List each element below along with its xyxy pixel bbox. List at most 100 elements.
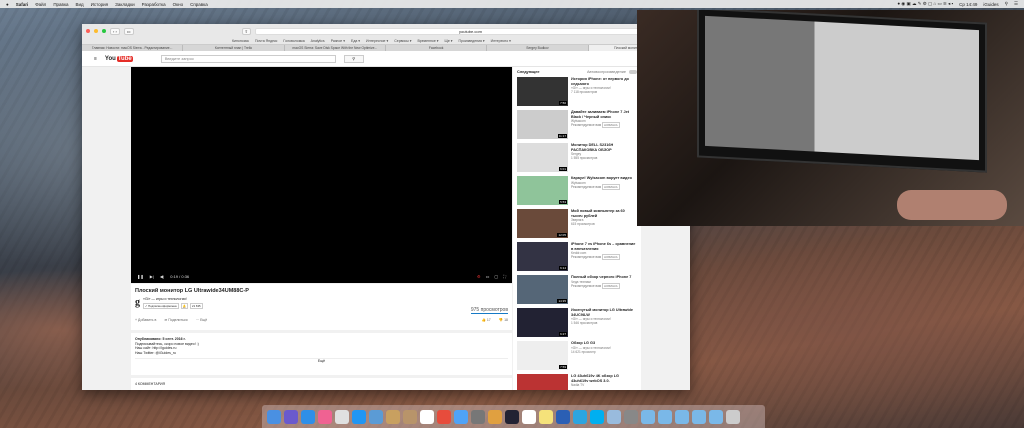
photos-icon[interactable]	[692, 409, 706, 424]
related-video-item[interactable]: 7:50 История iPhone: от первого до седьм…	[517, 77, 637, 107]
bookmark[interactable]: Ще ▾	[445, 39, 453, 43]
itunes-icon[interactable]	[318, 409, 332, 424]
related-video-item[interactable]: 5:53 Караул! Wylsacom ворует видео Wylsa…	[517, 176, 637, 206]
lr-icon[interactable]	[505, 409, 519, 424]
ia-icon[interactable]	[522, 409, 536, 424]
video-thumbnail[interactable]: 5:53	[517, 176, 568, 205]
archiver-icon[interactable]	[386, 409, 400, 424]
back-forward-button[interactable]: ‹ ›	[110, 27, 120, 35]
video-thumbnail[interactable]: 12:05	[517, 209, 568, 238]
notification-center-icon[interactable]: ☰	[1014, 1, 1018, 7]
related-video-item[interactable]: 11:17 Давайте заливаем iPhone 7 Jet Blac…	[517, 110, 637, 140]
related-title[interactable]: Давайте заливаем iPhone 7 Jet Black / Че…	[571, 110, 637, 119]
menu-develop[interactable]: Разработка	[142, 2, 166, 7]
video-thumbnail[interactable]: 7:59	[517, 341, 568, 370]
bookmark[interactable]: Сервисы ▾	[394, 39, 411, 43]
related-title[interactable]: iPhone 7 vs iPhone 6s – сравнение в впеч…	[571, 242, 637, 251]
minimize-button[interactable]	[94, 29, 98, 33]
siri-icon[interactable]	[284, 409, 298, 424]
search-button[interactable]: ⚲	[343, 54, 364, 63]
volume-icon[interactable]: ◀)	[160, 274, 164, 279]
finder-icon[interactable]	[267, 409, 281, 424]
downloads2-icon[interactable]	[709, 409, 723, 424]
menu-history[interactable]: История	[91, 2, 108, 7]
share-button[interactable]: ⇪	[241, 27, 251, 35]
video-thumbnail[interactable]: 6:14	[517, 242, 568, 271]
calendar-icon[interactable]	[420, 409, 434, 424]
menu-file[interactable]: Файл	[35, 2, 46, 7]
app-store-icon[interactable]	[301, 409, 315, 424]
menu-view[interactable]: Вид	[76, 2, 84, 7]
related-title[interactable]: Изогнутый монитор LG Ultrawide 34UC98-W	[571, 308, 637, 317]
channel-name[interactable]: «Gi» — игры и технологии!	[143, 297, 203, 301]
more-actions-button[interactable]: ··· Ещё	[196, 318, 208, 322]
related-title[interactable]: История iPhone: от первого до седьмого	[571, 77, 637, 86]
user-name[interactable]: iGuides	[983, 2, 998, 7]
menu-app[interactable]: Safari	[16, 2, 29, 7]
bookmark[interactable]: Кинопоиск	[232, 39, 249, 43]
dislike-button[interactable]: 👎 18	[499, 318, 508, 322]
related-video-item[interactable]: 7:59 Обзор LG G3 «Gi» — игры и технологи…	[517, 341, 637, 371]
related-video-item[interactable]: 14:35 Полный обзор черного iPhone 7 Чеда…	[517, 275, 637, 305]
related-title[interactable]: Монитор DELL S2316H РАСПАКОВКА ОБЗОР	[571, 143, 637, 152]
downloads-icon[interactable]	[675, 409, 689, 424]
next-icon[interactable]: ▶|	[150, 274, 154, 279]
sketch-icon[interactable]	[488, 409, 502, 424]
bookmark[interactable]: Analytics	[311, 39, 325, 43]
search-input[interactable]: Введите запрос	[160, 54, 336, 63]
menu-window[interactable]: Окно	[173, 2, 183, 7]
related-title[interactable]: Мой новый компьютер за 60 тысяч рублей	[571, 209, 637, 218]
related-title[interactable]: LG 43uh619v 4K обзор LG 43uh619v webOS 3…	[571, 374, 637, 383]
related-video-item[interactable]: LG 43uh619v 4K обзор LG 43uh619v webOS 3…	[517, 374, 637, 390]
telegram-icon[interactable]	[573, 409, 587, 424]
notification-bell-icon[interactable]: 🔔	[180, 303, 189, 309]
subscribe-button[interactable]: ✓ Подписка оформлена	[143, 303, 179, 309]
menu-help[interactable]: Справка	[190, 2, 208, 7]
trash-icon[interactable]	[726, 409, 740, 424]
related-video-item[interactable]: 12:05 Мой новый компьютер за 60 тысяч ру…	[517, 209, 637, 239]
pause-icon[interactable]: ❚❚	[137, 274, 144, 279]
eject-icon[interactable]	[624, 409, 638, 424]
video-thumbnail[interactable]: 6:27	[517, 308, 568, 337]
video-player[interactable]: ❚❚ ▶| ◀) 0:19 / 0:36 ⚙ ▭ ▢ ⛶	[131, 67, 512, 283]
documents-icon[interactable]	[658, 409, 672, 424]
status-icons[interactable]: ● ◉ ▣ ☁ ✎ ⚙ ▢ ⌂ ▭ ≋ ◂ ▪	[897, 1, 953, 7]
safari-icon[interactable]	[352, 409, 366, 424]
related-video-item[interactable]: 6:01 Монитор DELL S2316H РАСПАКОВКА ОБЗО…	[517, 143, 637, 173]
like-button[interactable]: 👍 17	[482, 318, 491, 322]
bookmark[interactable]: Почта Яндекс	[255, 39, 277, 43]
autoplay-toggle[interactable]	[629, 70, 637, 74]
messages-icon[interactable]	[454, 409, 468, 424]
bookmark[interactable]: Головоломка	[283, 39, 304, 43]
close-button[interactable]	[86, 29, 90, 33]
related-video-item[interactable]: 6:27 Изогнутый монитор LG Ultrawide 34UC…	[517, 308, 637, 338]
tweetbot-icon[interactable]	[369, 409, 383, 424]
video-thumbnail[interactable]: 6:01	[517, 143, 568, 172]
show-more-button[interactable]: Ещё	[135, 358, 508, 364]
description-line[interactable]: Наш Twitter: @iGuides_ru	[135, 351, 508, 356]
related-title[interactable]: Полный обзор черного iPhone 7	[571, 275, 631, 280]
spotlight-icon[interactable]: ⚲	[1005, 1, 1008, 7]
zoom-button[interactable]	[102, 29, 106, 33]
address-bar[interactable]: youtube.com	[254, 27, 686, 35]
airmail-icon[interactable]	[335, 409, 349, 424]
fullscreen-icon[interactable]: ⛶	[503, 274, 506, 279]
todoist-icon[interactable]	[437, 409, 451, 424]
apple-icon[interactable]: ●	[6, 2, 9, 7]
guide-menu-icon[interactable]: ≡	[94, 56, 97, 62]
related-video-item[interactable]: 6:14 iPhone 7 vs iPhone 6s – сравнение в…	[517, 242, 637, 272]
channel-avatar[interactable]: g	[135, 297, 140, 314]
bookmark[interactable]: Временное ▾	[417, 39, 438, 43]
menu-bookmarks[interactable]: Закладки	[115, 2, 134, 7]
system-preferences-icon[interactable]	[471, 409, 485, 424]
sidebar-button[interactable]: ▭	[123, 27, 134, 35]
bookmark[interactable]: Разное ▾	[331, 39, 345, 43]
bookmark[interactable]: Интересно ▾	[491, 39, 511, 43]
applications-icon[interactable]	[641, 409, 655, 424]
miniplayer-icon[interactable]: ▭	[486, 274, 490, 279]
video-thumbnail[interactable]: 7:50	[517, 77, 568, 106]
picture-in-picture-video[interactable]	[637, 10, 1024, 226]
add-to-button[interactable]: + Добавить в	[135, 318, 156, 322]
clock[interactable]: Ср 14:49	[959, 2, 977, 7]
youtube-logo[interactable]: You Tube	[105, 55, 133, 62]
